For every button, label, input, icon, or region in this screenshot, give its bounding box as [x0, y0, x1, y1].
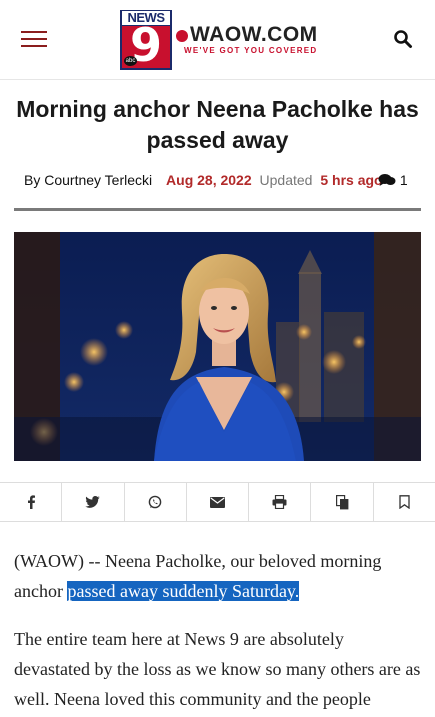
logo-tagline: WE'VE GOT YOU COVERED: [184, 46, 318, 55]
share-copy-button[interactable]: [311, 483, 374, 521]
article-byline: By Courtney Terlecki Aug 28, 2022 Update…: [24, 171, 424, 189]
share-facebook-button[interactable]: [0, 483, 63, 521]
article-paragraph-2: The entire team here at News 9 are absol…: [14, 629, 421, 709]
bookmark-button[interactable]: [374, 483, 435, 521]
facebook-icon: [27, 495, 35, 509]
comments-icon: [378, 174, 396, 186]
article-paragraph-1: (WAOW) -- Neena Pacholke, our beloved mo…: [14, 546, 424, 606]
site-header: NEWS 9 abc WAOW.COM WE'VE GOT YOU COVERE…: [0, 0, 435, 80]
title-divider: [14, 208, 421, 211]
bookmark-icon: [399, 495, 410, 509]
hamburger-menu-icon[interactable]: [21, 31, 47, 49]
share-print-button[interactable]: [249, 483, 312, 521]
share-email-button[interactable]: [187, 483, 250, 521]
abc-logo-icon: abc: [124, 56, 137, 66]
share-twitter-button[interactable]: [62, 483, 125, 521]
copy-icon: [335, 494, 348, 509]
share-whatsapp-button[interactable]: [125, 483, 187, 521]
print-icon: [272, 495, 287, 509]
email-icon: [209, 496, 225, 508]
site-logo[interactable]: NEWS 9 abc WAOW.COM WE'VE GOT YOU COVERE…: [120, 10, 320, 70]
logo-dot-icon: [176, 30, 188, 42]
author-byline[interactable]: By Courtney Terlecki: [24, 172, 152, 188]
updated-label: Updated: [259, 172, 313, 188]
twitter-icon: [85, 496, 101, 508]
comment-count: 1: [399, 172, 408, 188]
article-photo[interactable]: [14, 232, 421, 461]
search-icon[interactable]: [393, 29, 413, 49]
selected-text-highlight[interactable]: passed away suddenly Saturday.: [67, 581, 300, 601]
publish-date: Aug 28, 2022: [166, 172, 252, 188]
whatsapp-icon: [148, 495, 162, 509]
logo-site-name: WAOW.COM: [190, 23, 318, 46]
share-bar: [0, 482, 435, 522]
article-title: Morning anchor Neena Pacholke has passed…: [16, 96, 419, 153]
comments-link[interactable]: 1: [378, 171, 408, 189]
updated-time: 5 hrs ago: [320, 172, 383, 188]
